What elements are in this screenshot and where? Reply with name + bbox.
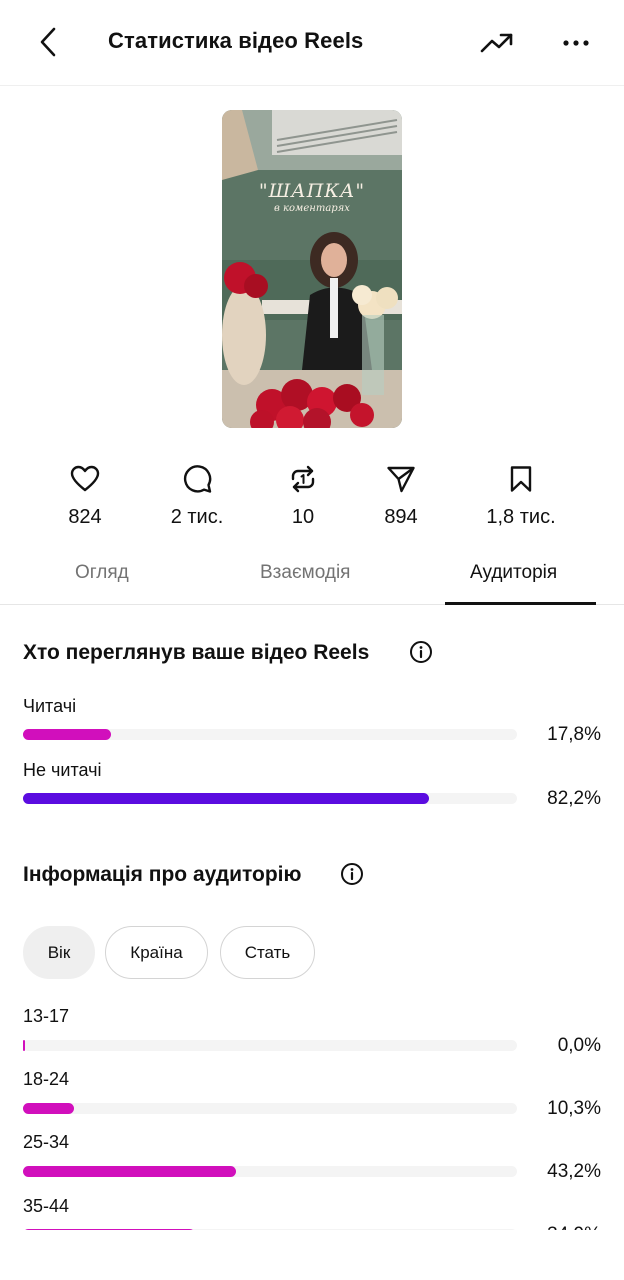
viewers-row-label: Читачі (23, 696, 77, 716)
age-row-percent: 43,2% (547, 1161, 601, 1182)
viewers-row-percent: 17,8% (547, 724, 601, 745)
page-title: Статистика відео Reels (108, 28, 364, 53)
viewers-bar-track (23, 729, 517, 740)
reel-thumbnail[interactable]: "ШАПКА" в коментарях (222, 110, 402, 428)
age-bar-track (23, 1103, 517, 1114)
active-tab-indicator (445, 602, 596, 605)
age-row-label: 13-17 (23, 1006, 70, 1026)
tab-overview[interactable]: Огляд (75, 562, 129, 584)
age-bar-fill (23, 1040, 25, 1051)
viewers-section-title: Хто переглянув ваше відео Reels (23, 641, 370, 664)
info-icon[interactable] (340, 862, 364, 886)
stat-shares-value: 894 (384, 506, 418, 528)
stat-comments[interactable]: 2 тис. (137, 462, 257, 529)
heart-icon (70, 465, 100, 492)
bookmark-icon (510, 466, 532, 492)
filter-chip-gender[interactable]: Стать (220, 926, 315, 979)
share-icon (387, 466, 415, 493)
viewers-bar-fill (23, 793, 430, 804)
stat-likes[interactable]: 824 (25, 462, 145, 529)
more-options-button[interactable] (556, 26, 596, 60)
age-row-label: 35-44 (23, 1196, 70, 1216)
back-button[interactable] (30, 22, 66, 62)
age-bar-fill (23, 1166, 237, 1177)
reel-thumbnail-image (222, 110, 402, 428)
stat-saves[interactable]: 1,8 тис. (461, 462, 581, 529)
viewers-bar-fill (23, 729, 111, 740)
reel-caption-subtitle: в коментарях (274, 203, 350, 214)
age-bar-track (23, 1040, 517, 1051)
info-icon[interactable] (409, 640, 433, 664)
reel-caption-title: "ШАПКА" (258, 180, 366, 202)
chevron-left-icon (40, 27, 56, 57)
viewers-row-label: Не читачі (23, 760, 102, 780)
age-row-label: 18-24 (23, 1069, 70, 1089)
viewers-row-percent: 82,2% (547, 788, 601, 809)
more-horizontal-icon (563, 40, 589, 46)
tab-engagement[interactable]: Взаємодія (260, 562, 350, 584)
engagement-stats: 824 2 тис. 10 894 1,8 тис. (0, 462, 624, 532)
top-bar: Статистика відео Reels (0, 0, 624, 86)
audience-section-title: Інформація про аудиторію (23, 863, 302, 886)
stat-saves-value: 1,8 тис. (486, 506, 556, 528)
scroll-cutoff (0, 1230, 624, 1280)
age-bar-fill (23, 1103, 74, 1114)
filter-chip-country[interactable]: Країна (105, 926, 208, 979)
age-bar-track (23, 1166, 517, 1177)
repost-icon (291, 465, 315, 493)
age-row-label: 25-34 (23, 1132, 70, 1152)
stat-likes-value: 824 (68, 506, 102, 528)
stat-comments-value: 2 тис. (170, 506, 224, 528)
age-row-percent: 10,3% (547, 1098, 601, 1119)
age-row-percent: 0,0% (557, 1035, 601, 1056)
comment-icon (183, 465, 212, 493)
stat-shares[interactable]: 894 (341, 462, 461, 529)
insights-trend-button[interactable] (476, 24, 518, 62)
insights-tabs: Огляд Взаємодія Аудиторія (0, 552, 624, 605)
tab-audience[interactable]: Аудиторія (470, 562, 557, 584)
viewers-bar-track (23, 793, 517, 804)
filter-chip-age[interactable]: Вік (23, 926, 95, 979)
trending-up-icon (480, 33, 513, 53)
